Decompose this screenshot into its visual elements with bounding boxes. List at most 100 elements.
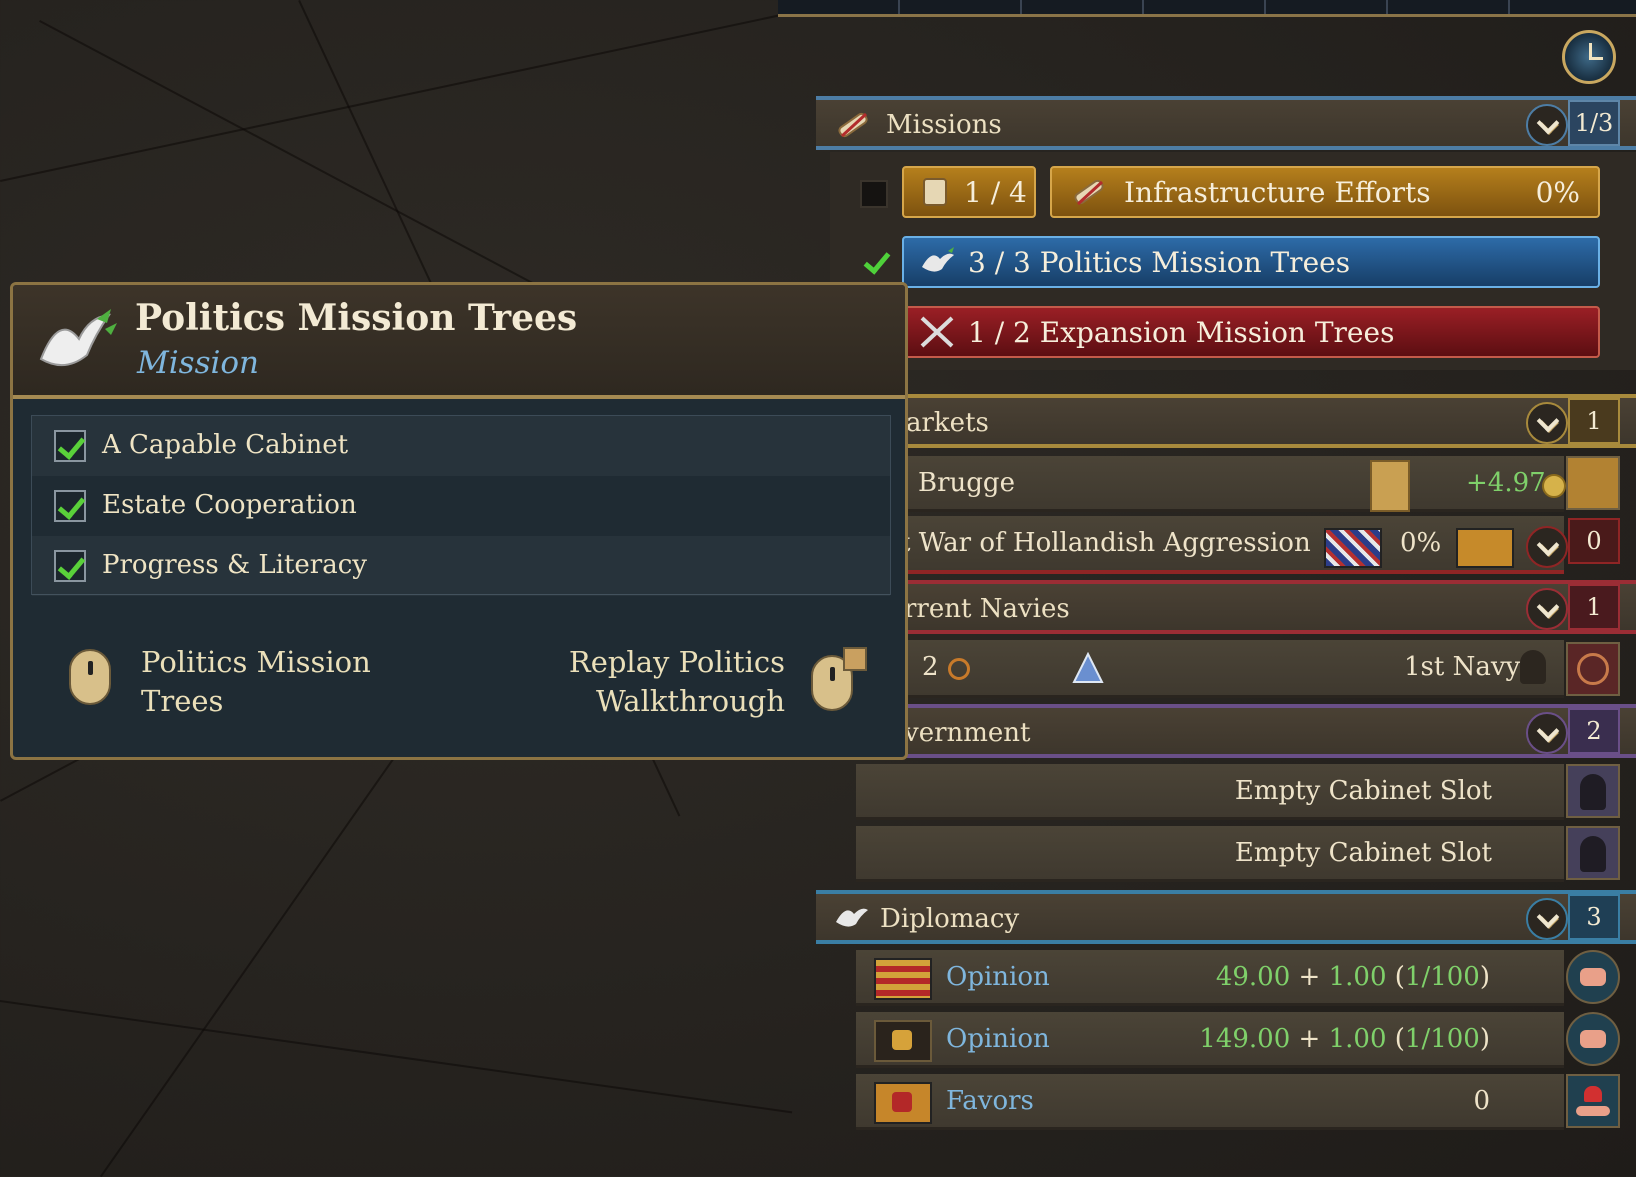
mission-politics-trees[interactable]: 3 / 3 Politics Mission Trees xyxy=(902,236,1600,288)
missions-label: Missions xyxy=(886,110,1002,140)
lion-flag-icon[interactable] xyxy=(874,1020,932,1062)
opinion-base: 49.00 xyxy=(1215,962,1291,992)
crossed-swords-icon xyxy=(920,316,954,348)
person-silhouette-icon[interactable] xyxy=(1566,764,1620,818)
check-icon xyxy=(54,550,86,582)
catalonia-flag-icon[interactable] xyxy=(874,958,932,1000)
markets-header[interactable]: arkets 1 xyxy=(816,394,1636,448)
mission-item-label: Estate Cooperation xyxy=(102,490,357,520)
infrastructure-progress-button[interactable]: 1 / 4 xyxy=(902,166,1036,218)
opinion-paren-open: ( xyxy=(1394,1024,1405,1054)
clock-icon[interactable] xyxy=(1562,30,1616,84)
mission-percent: 0% xyxy=(1535,175,1580,209)
top-toolbar xyxy=(778,0,1636,17)
admiral-icon xyxy=(1520,650,1546,684)
hint-line: Walkthrough xyxy=(596,684,785,718)
opinion-paren-close: ) xyxy=(1479,962,1490,992)
markets-count: 1 xyxy=(1568,398,1620,444)
square-icon xyxy=(843,647,867,671)
opinion-frac: 1/100 xyxy=(1404,962,1480,992)
mission-label: 3 / 3 Politics Mission Trees xyxy=(968,245,1351,279)
chevron-down-icon[interactable] xyxy=(1526,712,1568,754)
cabinet-slot-label: Empty Cabinet Slot xyxy=(1234,838,1492,868)
war-row[interactable]: t War of Hollandish Aggression 0% xyxy=(856,516,1564,574)
handshake-icon[interactable] xyxy=(1566,950,1620,1004)
opinion-base: 149.00 xyxy=(1199,1024,1291,1054)
ship-wheel-icon[interactable] xyxy=(1566,642,1620,696)
diplomacy-opinion-row[interactable]: Opinion 49.00 + 1.00 (1/100) xyxy=(856,950,1564,1006)
handshake-icon[interactable] xyxy=(1566,1012,1620,1066)
opinion-plus: + xyxy=(1298,962,1321,992)
lion-flag-icon[interactable] xyxy=(1566,456,1620,510)
checkbox-empty[interactable] xyxy=(860,180,888,208)
market-name: Brugge xyxy=(918,468,1015,498)
navies-header[interactable]: rrent Navies 1 xyxy=(816,580,1636,634)
chevron-down-icon[interactable] xyxy=(1526,402,1568,444)
cabinet-slot-row[interactable]: Empty Cabinet Slot xyxy=(856,764,1564,820)
mission-tooltip: Politics Mission Trees Mission A Capable… xyxy=(10,282,908,760)
ship-wheel-icon xyxy=(948,658,970,680)
market-building-icon[interactable] xyxy=(1370,460,1410,512)
list-item: A Capable Cabinet xyxy=(32,416,890,476)
opinion-add: 1.00 xyxy=(1328,962,1387,992)
dove-icon xyxy=(39,309,117,366)
government-header[interactable]: vernment 2 xyxy=(816,704,1636,758)
dove-icon xyxy=(922,247,954,272)
tooltip-mission-list: A Capable Cabinet Estate Cooperation Pro… xyxy=(31,415,891,596)
check-icon[interactable] xyxy=(860,246,891,276)
own-flag-icon[interactable] xyxy=(1456,528,1514,568)
sail-icon xyxy=(1072,652,1104,683)
scroll-icon xyxy=(1074,179,1104,206)
navies-count: 1 xyxy=(1568,584,1620,630)
list-item: Estate Cooperation xyxy=(32,476,890,536)
hint-line: Replay Politics xyxy=(568,645,785,679)
dove-icon xyxy=(836,908,868,927)
market-row[interactable]: Brugge +4.97 xyxy=(856,456,1566,512)
opinion-frac: 1/100 xyxy=(1404,1024,1480,1054)
hint-line: Trees xyxy=(141,684,224,718)
chevron-down-icon[interactable] xyxy=(1526,898,1568,940)
mission-infrastructure-efforts[interactable]: Infrastructure Efforts 0% xyxy=(1050,166,1600,218)
chevron-down-icon[interactable] xyxy=(1526,526,1568,568)
war-percent: 0% xyxy=(1400,528,1442,558)
cabinet-slot-row[interactable]: Empty Cabinet Slot xyxy=(856,826,1564,882)
own-flag-icon[interactable] xyxy=(874,1082,932,1124)
tooltip-subtitle: Mission xyxy=(137,345,260,381)
navies-label: rrent Navies xyxy=(904,594,1070,624)
heart-hand-icon[interactable] xyxy=(1566,1074,1620,1128)
diplomacy-favors-row[interactable]: Favors 0 xyxy=(856,1074,1564,1130)
diplomacy-opinion-row[interactable]: Opinion 149.00 + 1.00 (1/100) xyxy=(856,1012,1564,1068)
check-icon xyxy=(54,430,86,462)
enemy-flag-icon[interactable] xyxy=(1324,528,1382,568)
navy-ships: 2 xyxy=(922,652,939,682)
favors-value: 0 xyxy=(1473,1086,1490,1116)
opinion-paren-close: ) xyxy=(1479,1024,1490,1054)
scroll-icon xyxy=(923,178,947,206)
war-count: 0 xyxy=(1568,518,1620,564)
opinion-label: Opinion xyxy=(946,1024,1050,1054)
mission-label: 1 / 2 Expansion Mission Trees xyxy=(968,315,1395,349)
mission-item-label: A Capable Cabinet xyxy=(102,430,349,460)
missions-header[interactable]: Missions 1/3 xyxy=(816,96,1636,150)
missions-count: 1/3 xyxy=(1568,100,1620,146)
infrastructure-progress: 1 / 4 xyxy=(964,175,1027,209)
chevron-down-icon[interactable] xyxy=(1526,104,1568,146)
opinion-label: Opinion xyxy=(946,962,1050,992)
markets-label: arkets xyxy=(906,408,989,438)
war-label: t War of Hollandish Aggression xyxy=(900,528,1311,558)
hint-line: Politics Mission xyxy=(141,645,371,679)
navy-row[interactable]: 2 1st Navy xyxy=(856,640,1564,698)
right-click-hint: Replay Politics Walkthrough xyxy=(569,643,785,721)
mission-expansion-trees[interactable]: 1 / 2 Expansion Mission Trees xyxy=(902,306,1600,358)
diplomacy-header[interactable]: Diplomacy 3 xyxy=(816,890,1636,944)
opinion-add: 1.00 xyxy=(1328,1024,1387,1054)
diplomacy-label: Diplomacy xyxy=(880,904,1020,934)
person-silhouette-icon[interactable] xyxy=(1566,826,1620,880)
favors-label: Favors xyxy=(946,1086,1034,1116)
cabinet-slot-label: Empty Cabinet Slot xyxy=(1234,776,1492,806)
opinion-plus: + xyxy=(1298,1024,1321,1054)
market-value: +4.97 xyxy=(1466,468,1546,498)
chevron-down-icon[interactable] xyxy=(1526,588,1568,630)
tooltip-header: Politics Mission Trees Mission xyxy=(13,285,905,399)
left-click-icon xyxy=(69,649,111,705)
